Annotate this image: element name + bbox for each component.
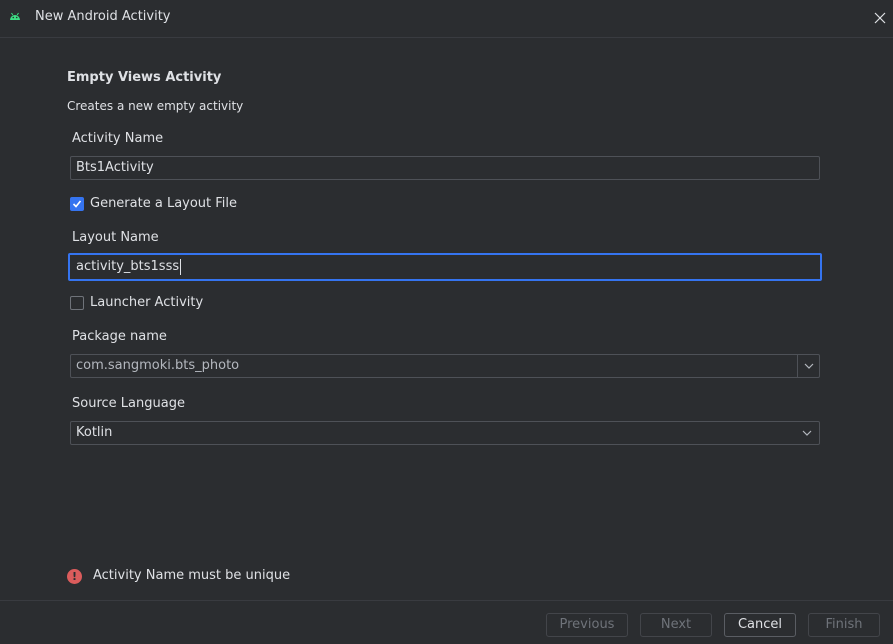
previous-button[interactable]: Previous	[546, 613, 628, 637]
generate-layout-checkbox[interactable]	[70, 197, 84, 211]
next-button[interactable]: Next	[640, 613, 712, 637]
package-name-label: Package name	[72, 329, 167, 344]
close-icon[interactable]	[870, 8, 890, 28]
source-language-value: Kotlin	[76, 425, 113, 440]
dialog-footer: Previous Next Cancel Finish	[0, 600, 893, 644]
template-heading: Empty Views Activity	[67, 70, 222, 85]
launcher-activity-label[interactable]: Launcher Activity	[90, 295, 203, 310]
launcher-activity-checkbox[interactable]	[70, 296, 84, 310]
source-language-label: Source Language	[72, 396, 185, 411]
package-name-combobox[interactable]: com.sangmoki.bts_photo	[70, 354, 820, 378]
finish-button[interactable]: Finish	[808, 613, 880, 637]
source-language-select[interactable]: Kotlin	[70, 421, 820, 445]
validation-message: Activity Name must be unique	[93, 568, 291, 583]
package-name-value: com.sangmoki.bts_photo	[76, 358, 240, 373]
chevron-down-icon	[802, 430, 812, 436]
activity-name-value: Bts1Activity	[76, 160, 154, 175]
error-icon: !	[67, 569, 82, 584]
generate-layout-label[interactable]: Generate a Layout File	[90, 196, 237, 211]
window-title: New Android Activity	[35, 9, 171, 24]
package-dropdown-button[interactable]	[797, 355, 819, 377]
android-icon	[10, 12, 20, 20]
cancel-button[interactable]: Cancel	[724, 613, 796, 637]
layout-name-value: activity_bts1sss	[76, 259, 180, 274]
text-caret	[180, 258, 182, 275]
template-description: Creates a new empty activity	[67, 99, 244, 113]
check-icon	[72, 200, 82, 208]
title-bar: New Android Activity	[0, 0, 893, 38]
layout-name-input[interactable]: activity_bts1sss	[68, 253, 822, 281]
activity-name-label: Activity Name	[72, 131, 164, 146]
activity-name-input[interactable]: Bts1Activity	[70, 156, 820, 180]
layout-name-label: Layout Name	[72, 230, 159, 245]
chevron-down-icon	[804, 363, 814, 369]
